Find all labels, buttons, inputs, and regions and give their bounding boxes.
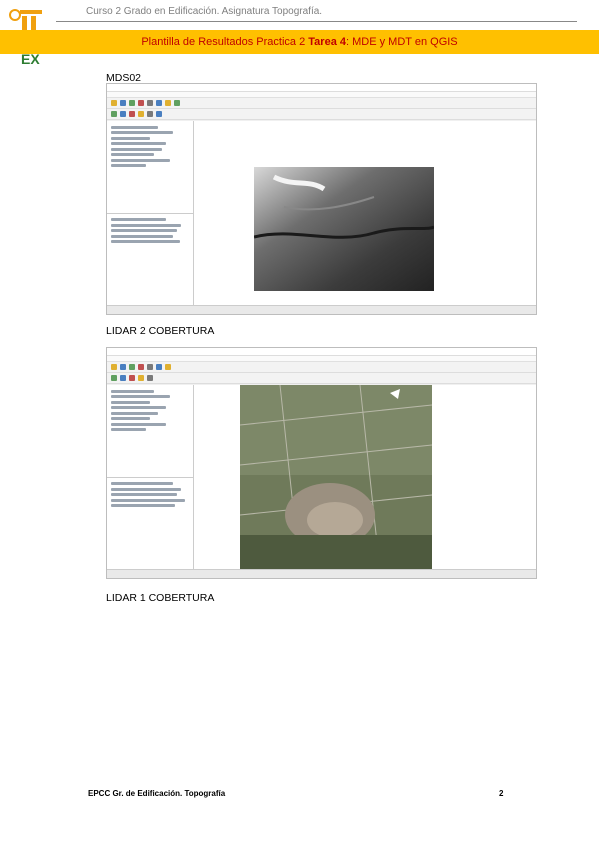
section-label-lidar2: LIDAR 2 COBERTURA <box>106 325 215 337</box>
page-number: 2 <box>499 789 504 798</box>
dem-raster <box>254 167 434 291</box>
title-prefix: Plantilla de Resultados Practica 2 <box>141 36 306 48</box>
section-label-lidar1: LIDAR 1 COBERTURA <box>106 592 215 604</box>
template-title-bar: Plantilla de Resultados Practica 2 Tarea… <box>0 30 599 54</box>
course-header: Curso 2 Grado en Edificación. Asignatura… <box>86 6 323 17</box>
title-task: Tarea 4 <box>308 36 346 48</box>
title-suffix: : MDE y MDT en QGIS <box>346 36 458 48</box>
aerial-orthophoto <box>240 385 432 571</box>
footer-text: EPCC Gr. de Edificación. Topografía <box>88 789 226 798</box>
qgis-screenshot-lidar2 <box>106 347 537 579</box>
header-rule <box>56 21 577 22</box>
qgis-screenshot-mds <box>106 83 537 315</box>
